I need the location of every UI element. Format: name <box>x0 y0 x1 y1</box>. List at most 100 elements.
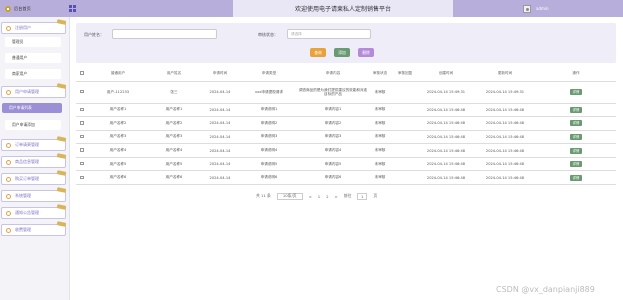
goto-unit: 页 <box>373 193 378 198</box>
table-cell: 未审核 <box>368 81 392 104</box>
table-cell: 用户名称5 <box>88 157 148 172</box>
gear-icon <box>6 193 11 199</box>
sidebar-group-product-info[interactable]: 商品信息管理 <box>1 153 67 168</box>
row-checkbox[interactable] <box>76 157 88 172</box>
add-button[interactable]: 添加 <box>334 48 350 57</box>
column-header[interactable]: 普通用户 <box>88 66 148 82</box>
table-cell: 2024-04-14 15:46:48 <box>474 103 536 118</box>
detail-button[interactable]: 详情 <box>570 89 582 95</box>
row-checkbox[interactable] <box>76 116 88 131</box>
sidebar-item-application-add[interactable]: 用户申请添加 <box>5 120 61 130</box>
column-header[interactable]: 申请时间 <box>200 66 240 82</box>
ribbon-tab-icon <box>56 19 67 25</box>
sidebar-group-notices[interactable]: 通知公告管理 <box>1 204 67 219</box>
status-select[interactable]: 请选择 <box>287 29 371 39</box>
column-header[interactable]: 创建时间 <box>418 66 474 82</box>
select-all-checkbox[interactable] <box>76 66 88 82</box>
row-checkbox[interactable] <box>76 103 88 118</box>
table-cell: 用户名称1 <box>88 103 148 118</box>
prev-page-button[interactable]: < <box>309 194 312 199</box>
user-menu[interactable]: admin <box>515 0 623 17</box>
sidebar-group-user-application[interactable]: 用户申请管理 <box>1 83 67 98</box>
sidebar-group-invitation-orders[interactable]: 订单请柬管理 <box>1 136 67 151</box>
column-header[interactable]: 更新时间 <box>474 66 536 82</box>
row-checkbox[interactable] <box>76 170 88 186</box>
table-cell: 申请说明1 <box>240 103 298 118</box>
page-2-button[interactable]: 2 <box>326 194 328 199</box>
user-icon <box>6 25 11 31</box>
table-cell: 用户名称6 <box>88 170 148 186</box>
goto-label: 前往 <box>343 193 352 198</box>
table-cell: 申请说明2 <box>240 116 298 131</box>
goto-page-input[interactable]: 1 <box>357 192 368 200</box>
detail-button[interactable]: 详情 <box>570 161 582 168</box>
table-cell <box>392 81 418 104</box>
table-cell: 2024-04-14 <box>200 116 240 131</box>
table-cell: 2024-04-14 <box>200 103 240 118</box>
detail-button[interactable]: 详情 <box>570 106 582 113</box>
sidebar-item-application-list[interactable]: 用户申请列表 <box>2 103 62 113</box>
row-checkbox[interactable] <box>76 81 88 104</box>
sidebar-item-normal-user[interactable]: 普通用户 <box>5 53 61 63</box>
ribbon-tab-icon <box>56 221 67 227</box>
next-page-button[interactable]: > <box>335 194 338 199</box>
page-1-button[interactable]: 1 <box>318 194 320 199</box>
sidebar-group-label: 商品信息管理 <box>15 159 39 164</box>
column-header[interactable]: 用户姓名 <box>148 66 200 82</box>
table-cell: 用户名称2 <box>148 116 200 131</box>
table-cell: 未审核 <box>368 103 392 118</box>
avatar <box>523 4 531 13</box>
column-header[interactable]: 申请内容 <box>298 66 368 82</box>
detail-button[interactable]: 详情 <box>570 133 582 140</box>
sidebar: 注册用户 管理员 普通用户 商家用户 用户申请管理 用户申请列表 用户申请添加 … <box>0 17 70 300</box>
detail-button[interactable]: 详情 <box>570 147 582 154</box>
sidebar-group-label: 系统管理 <box>15 193 31 198</box>
sidebar-group-registered-users[interactable]: 注册用户 <box>1 19 67 34</box>
main-content: 用户姓名： 审核状态： 请选择 查询 添加 删除 普通用户 用户姓名 申请时间 … <box>71 17 623 300</box>
table-cell: 2024-04-14 <box>200 170 240 186</box>
menu-toggle-icon[interactable] <box>69 5 76 12</box>
home-link[interactable]: 后台首页 <box>0 0 63 17</box>
sidebar-group-purchase-orders[interactable]: 购买订单管理 <box>1 170 67 185</box>
query-button[interactable]: 查询 <box>310 48 326 57</box>
table-cell: 未审核 <box>368 157 392 172</box>
table-cell: 用户名称5 <box>148 157 200 172</box>
sidebar-item-admin[interactable]: 管理员 <box>5 37 61 47</box>
total-count: 共 11 条 <box>256 193 271 198</box>
sidebar-group-fees[interactable]: 收费管理 <box>1 221 67 236</box>
table-cell: 用户名称1 <box>148 103 200 118</box>
detail-button[interactable]: 详情 <box>570 174 582 181</box>
sidebar-group-label: 购买订单管理 <box>15 176 39 181</box>
table-cell: 申请说明5 <box>240 157 298 172</box>
column-header[interactable]: 审核状态 <box>368 66 392 82</box>
table-row: 用户名称3 用户名称3 2024-04-14 申请说明3 申请内容3 未审核 2… <box>76 130 616 145</box>
row-checkbox[interactable] <box>76 130 88 145</box>
ribbon-tab-icon <box>56 153 67 159</box>
status-select-placeholder: 请选择 <box>291 31 302 36</box>
column-header[interactable]: 申请类型 <box>240 66 298 82</box>
sidebar-group-system[interactable]: 系统管理 <box>1 187 67 202</box>
detail-button[interactable]: 详情 <box>570 120 582 127</box>
table-cell: 用户名称4 <box>88 143 148 158</box>
watermark: CSDN @vx_danpianji889 <box>496 285 595 294</box>
page-size-select[interactable]: 10条/页 <box>276 192 303 200</box>
table-cell: 2024-04-14 <box>200 157 240 172</box>
delete-button[interactable]: 删除 <box>358 48 374 57</box>
sidebar-group-label: 订单请柬管理 <box>15 142 39 147</box>
list-icon <box>6 142 11 148</box>
table-row: 用户名称5 用户名称5 2024-04-14 申请说明5 申请内容5 未审核 2… <box>76 157 616 172</box>
table-cell <box>392 103 418 118</box>
table-cell <box>392 157 418 172</box>
table-cell: 2024-04-14 15:46:48 <box>474 116 536 131</box>
sidebar-group-label: 收费管理 <box>15 227 31 232</box>
sidebar-item-merchant-user[interactable]: 商家用户 <box>5 69 61 79</box>
top-bar: 后台首页 欢迎使用电子请柬私人定制销售平台 admin <box>0 0 623 17</box>
row-checkbox[interactable] <box>76 143 88 158</box>
table-cell: 未审核 <box>368 130 392 145</box>
table-cell: 未审核 <box>368 170 392 186</box>
table-cell: 2024-04-14 15:49:31 <box>474 81 536 104</box>
logo-icon <box>5 5 11 12</box>
user-name-input[interactable] <box>112 29 217 39</box>
column-header[interactable]: 审核回复 <box>392 66 418 82</box>
bell-icon <box>6 210 11 216</box>
